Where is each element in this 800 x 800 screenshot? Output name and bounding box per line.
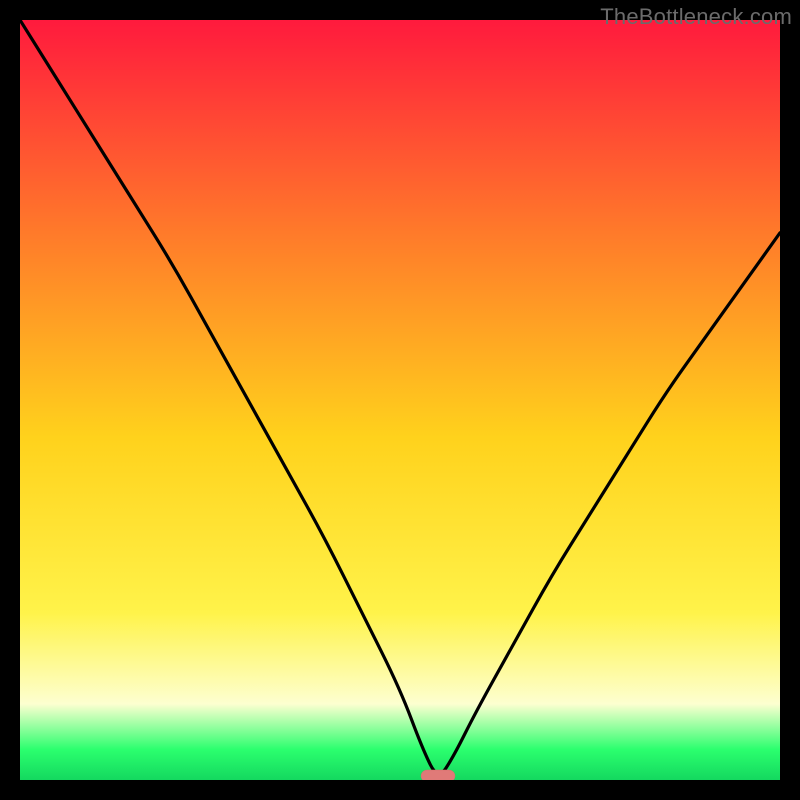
gradient-background — [20, 20, 780, 780]
optimal-point-marker — [421, 770, 455, 780]
chart-frame: TheBottleneck.com — [0, 0, 800, 800]
watermark-text: TheBottleneck.com — [600, 4, 792, 30]
plot-area — [20, 20, 780, 780]
plot-svg — [20, 20, 780, 780]
